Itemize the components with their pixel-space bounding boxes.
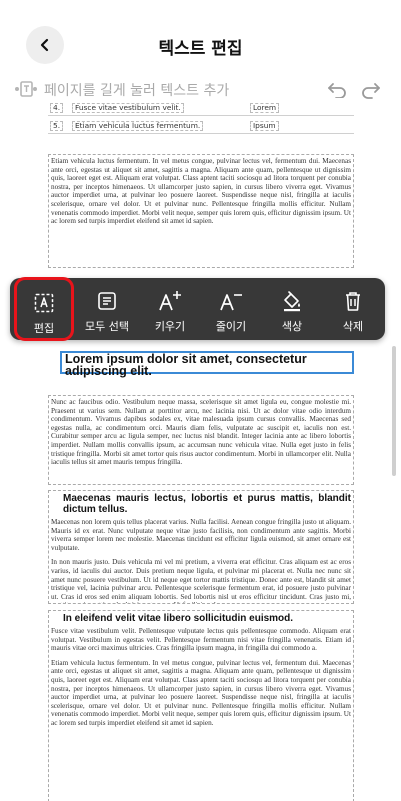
- text-section[interactable]: In eleifend velit vitae libero sollicitu…: [48, 610, 354, 801]
- color-button[interactable]: 색상: [262, 278, 322, 340]
- font-decrease-label: 줄이기: [215, 320, 247, 333]
- table-cell-word: Ipsum: [250, 121, 279, 131]
- select-all-label: 모두 선택: [85, 320, 129, 333]
- section-heading: In eleifend velit vitae libero sollicitu…: [63, 613, 294, 624]
- table-cell-number: 5.: [50, 121, 64, 131]
- delete-label: 삭제: [342, 320, 364, 333]
- paragraph: In non mauris justo. Duis vehicula mi ve…: [51, 558, 351, 603]
- font-decrease-button[interactable]: 줄이기: [201, 278, 261, 340]
- delete-button[interactable]: 삭제: [323, 278, 383, 340]
- select-all-button[interactable]: 모두 선택: [77, 278, 137, 340]
- font-increase-button[interactable]: 키우기: [140, 278, 200, 340]
- page-title: 텍스트 편집: [158, 39, 243, 59]
- text-section[interactable]: Maecenas mauris lectus, lobortis et puru…: [48, 490, 354, 604]
- scrollbar[interactable]: [392, 346, 396, 476]
- section-heading: Maecenas mauris lectus, lobortis et puru…: [63, 493, 351, 515]
- table-cell-number: 4.: [50, 103, 64, 113]
- table-row: 4. Fusce vitae vestibulum velit. Lorem: [48, 100, 354, 116]
- undo-icon[interactable]: [326, 78, 348, 100]
- table-cell-word: Lorem: [250, 103, 280, 113]
- add-text-icon: [15, 81, 37, 97]
- paragraph: Etiam vehicula luctus fermentum. In vel …: [51, 658, 351, 727]
- paragraph[interactable]: Nunc ac faucibus odio. Vestibulum neque …: [48, 395, 354, 485]
- color-label: 색상: [281, 320, 303, 333]
- font-increase-icon: [158, 289, 182, 313]
- select-all-icon: [95, 289, 119, 313]
- edit-button[interactable]: 편집: [14, 277, 74, 341]
- document-page[interactable]: 4. Fusce vitae vestibulum velit. Lorem 5…: [46, 98, 356, 801]
- paragraph[interactable]: Etiam vehicula luctus fermentum. In vel …: [48, 154, 354, 268]
- font-decrease-icon: [219, 289, 243, 313]
- table-cell-text: Fusce vitae vestibulum velit.: [72, 103, 184, 113]
- redo-icon[interactable]: [360, 78, 382, 100]
- paragraph: Fusce vitae vestibulum velit. Pellentesq…: [51, 627, 351, 653]
- paragraph: Maecenas non lorem quis tellus placerat …: [51, 518, 351, 552]
- edit-text-icon: [32, 291, 56, 315]
- font-increase-label: 키우기: [154, 320, 186, 333]
- table-row: 5. Etiam vehicula luctus fermentum. Ipsu…: [48, 118, 354, 134]
- hint-text: 페이지를 길게 눌러 텍스트 추가: [44, 83, 230, 99]
- table-cell-text: Etiam vehicula luctus fermentum.: [72, 121, 204, 131]
- text-edit-toolbar: 편집 모두 선택 키우기 줄이기 색상 삭제: [10, 277, 385, 341]
- fill-color-icon: [280, 289, 304, 313]
- selected-text-block[interactable]: Lorem ipsum dolor sit amet, consectetur …: [60, 351, 354, 377]
- trash-icon: [341, 289, 365, 313]
- edit-label: 편집: [33, 322, 55, 335]
